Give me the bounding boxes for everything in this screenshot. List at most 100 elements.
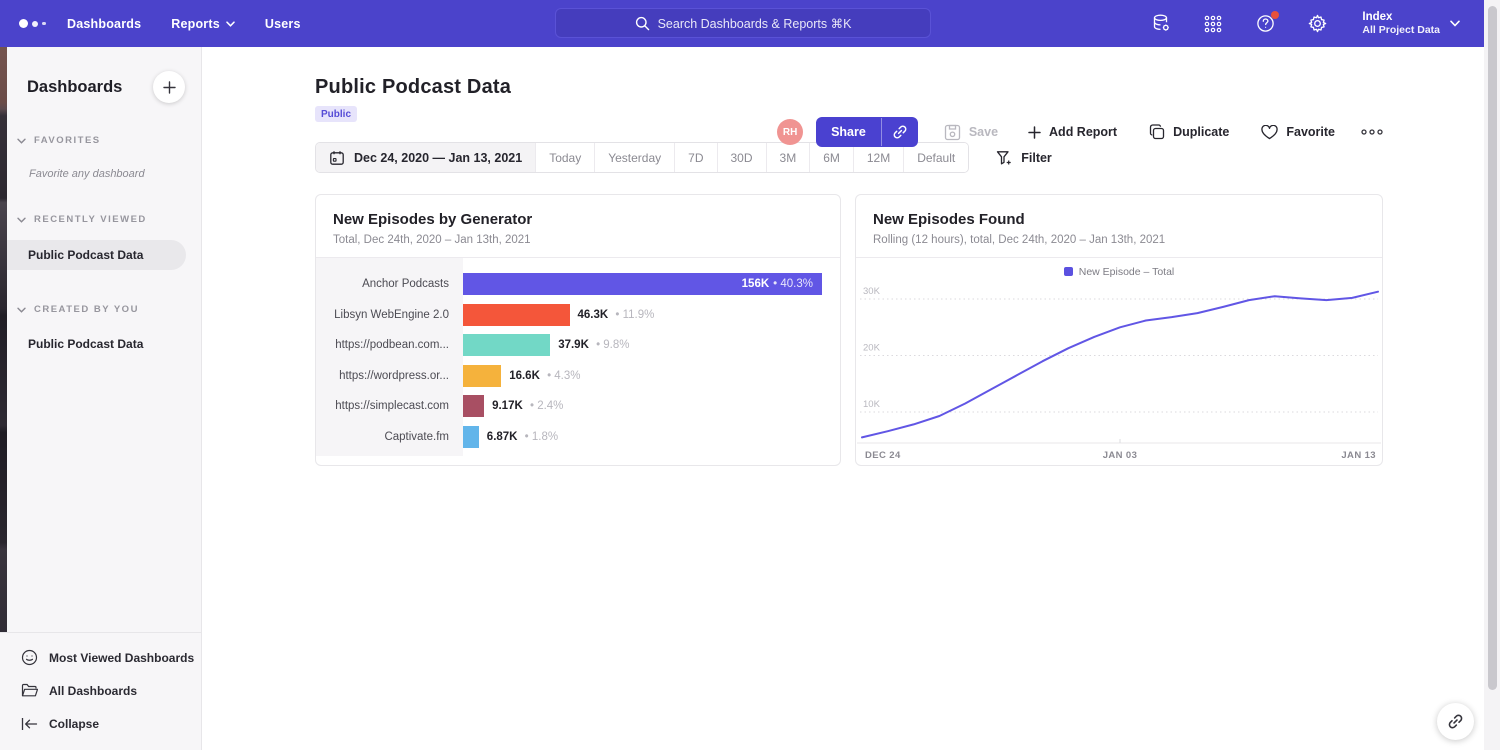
nav-users[interactable]: Users bbox=[265, 17, 301, 31]
bar-category-label: https://simplecast.com bbox=[316, 400, 463, 412]
preset-12m[interactable]: 12M bbox=[853, 143, 903, 172]
all-dashboards-button[interactable]: All Dashboards bbox=[0, 674, 201, 707]
project-scope: All Project Data bbox=[1362, 24, 1440, 37]
save-label: Save bbox=[969, 125, 998, 139]
sidebar-title: Dashboards bbox=[27, 78, 122, 97]
preset-6m[interactable]: 6M bbox=[809, 143, 853, 172]
bar-category-label: Libsyn WebEngine 2.0 bbox=[316, 309, 463, 321]
filter-button[interactable]: Filter bbox=[996, 150, 1052, 166]
save-button[interactable]: Save bbox=[944, 124, 998, 141]
collapse-label: Collapse bbox=[49, 717, 99, 731]
bar-3[interactable] bbox=[463, 334, 550, 356]
main-content: Public Podcast Data Public RH Share bbox=[203, 47, 1484, 750]
more-options-button[interactable] bbox=[1361, 129, 1383, 135]
heart-icon bbox=[1261, 125, 1278, 140]
nav-reports-label: Reports bbox=[171, 17, 220, 31]
search-input[interactable]: Search Dashboards & Reports ⌘K bbox=[555, 8, 931, 38]
apps-grid-icon[interactable] bbox=[1202, 13, 1224, 35]
scrollbar-thumb[interactable] bbox=[1488, 6, 1497, 690]
add-report-button[interactable]: Add Report bbox=[1028, 125, 1117, 139]
y-axis-tick: 10K bbox=[863, 399, 881, 410]
preset-today[interactable]: Today bbox=[535, 143, 594, 172]
card-title: New Episodes Found bbox=[873, 211, 1365, 228]
bar-value-label: 37.9K • 9.8% bbox=[558, 339, 629, 351]
legend-swatch bbox=[1064, 267, 1073, 276]
new-dashboard-button[interactable] bbox=[153, 71, 185, 103]
favorite-button[interactable]: Favorite bbox=[1261, 125, 1335, 140]
sidebar-item-public-podcast-data-selected[interactable]: Public Podcast Data bbox=[0, 240, 186, 270]
preset-30d[interactable]: 30D bbox=[717, 143, 766, 172]
nav-dashboards[interactable]: Dashboards bbox=[67, 17, 141, 31]
copy-link-button[interactable] bbox=[882, 117, 918, 147]
help-icon[interactable] bbox=[1254, 13, 1276, 35]
bar-value-label: 46.3K • 11.9% bbox=[578, 309, 655, 321]
bar-chart: Anchor Podcasts156K • 40.3%Libsyn WebEng… bbox=[316, 258, 840, 452]
bar-value-label: 156K • 40.3% bbox=[742, 273, 813, 295]
avatar[interactable]: RH bbox=[777, 119, 803, 145]
data-sources-icon[interactable] bbox=[1150, 13, 1172, 35]
x-axis-tick: DEC 24 bbox=[865, 450, 901, 461]
duplicate-button[interactable]: Duplicate bbox=[1149, 124, 1229, 140]
logo-dot bbox=[42, 22, 46, 26]
bar-4[interactable] bbox=[463, 365, 501, 387]
sidebar-item-label: Public Podcast Data bbox=[28, 248, 143, 262]
preset-7d[interactable]: 7D bbox=[674, 143, 716, 172]
search-placeholder: Search Dashboards & Reports ⌘K bbox=[658, 16, 852, 31]
duplicate-icon bbox=[1149, 124, 1165, 140]
section-recently-viewed-label: RECENTLY VIEWED bbox=[34, 214, 147, 225]
report-card-new-episodes-found[interactable]: New Episodes Found Rolling (12 hours), t… bbox=[855, 194, 1383, 466]
logo-dot bbox=[19, 19, 28, 28]
bar-value-label: 16.6K • 4.3% bbox=[509, 370, 580, 382]
favorites-empty-text: Favorite any dashboard bbox=[29, 168, 201, 180]
line-chart[interactable]: 30K20K10KDEC 24JAN 03JAN 13 bbox=[856, 279, 1382, 462]
bar-6[interactable] bbox=[463, 426, 479, 448]
chevron-down-icon bbox=[17, 217, 26, 223]
plus-icon bbox=[1028, 126, 1041, 139]
sidebar-item-public-podcast-data[interactable]: Public Podcast Data bbox=[28, 337, 201, 351]
filter-label: Filter bbox=[1021, 151, 1052, 165]
section-favorites[interactable]: FAVORITES bbox=[17, 135, 201, 146]
share-button-group: Share bbox=[816, 117, 918, 147]
all-dashboards-label: All Dashboards bbox=[49, 684, 137, 698]
bar-category-label: https://podbean.com... bbox=[316, 339, 463, 351]
data-line bbox=[862, 292, 1378, 438]
add-report-label: Add Report bbox=[1049, 125, 1117, 139]
card-title: New Episodes by Generator bbox=[333, 211, 823, 228]
chevron-down-icon bbox=[1450, 20, 1460, 27]
share-label: Share bbox=[831, 125, 866, 139]
preset-3m[interactable]: 3M bbox=[766, 143, 810, 172]
project-switcher[interactable]: Index All Project Data bbox=[1362, 10, 1460, 37]
bar-5[interactable] bbox=[463, 395, 484, 417]
bar-2[interactable] bbox=[463, 304, 570, 326]
sidebar: Dashboards FAVORITES Favorite any dashbo… bbox=[0, 47, 202, 750]
preset-yesterday[interactable]: Yesterday bbox=[594, 143, 674, 172]
search-icon bbox=[635, 16, 650, 31]
y-axis-tick: 20K bbox=[863, 343, 881, 354]
section-created-by-you[interactable]: CREATED BY YOU bbox=[17, 304, 201, 315]
bar-1[interactable]: 156K • 40.3% bbox=[463, 273, 822, 295]
preset-label: 6M bbox=[823, 151, 840, 165]
share-button[interactable]: Share bbox=[816, 117, 881, 147]
chevron-down-icon bbox=[226, 21, 235, 27]
page-scrollbar bbox=[1484, 0, 1500, 750]
card-subtitle: Rolling (12 hours), total, Dec 24th, 202… bbox=[873, 234, 1365, 246]
preset-default[interactable]: Default bbox=[903, 143, 968, 172]
report-card-new-episodes-by-generator[interactable]: New Episodes by Generator Total, Dec 24t… bbox=[315, 194, 841, 466]
settings-gear-icon[interactable] bbox=[1306, 13, 1328, 35]
duplicate-label: Duplicate bbox=[1173, 125, 1229, 139]
section-favorites-label: FAVORITES bbox=[34, 135, 101, 146]
page-title: Public Podcast Data bbox=[315, 76, 1383, 99]
section-recently-viewed[interactable]: RECENTLY VIEWED bbox=[17, 214, 201, 225]
bar-row: Captivate.fm6.87K • 1.8% bbox=[316, 422, 840, 453]
bar-row: https://wordpress.or...16.6K • 4.3% bbox=[316, 361, 840, 392]
date-range-picker[interactable]: Dec 24, 2020 — Jan 13, 2021 bbox=[316, 143, 535, 172]
nav-reports[interactable]: Reports bbox=[171, 17, 235, 31]
chart-legend: New Episode – Total bbox=[856, 258, 1382, 279]
x-axis-tick: JAN 13 bbox=[1341, 450, 1376, 461]
bar-row: https://simplecast.com9.17K • 2.4% bbox=[316, 391, 840, 422]
collapse-sidebar-button[interactable]: Collapse bbox=[0, 707, 201, 740]
card-subtitle: Total, Dec 24th, 2020 – Jan 13th, 2021 bbox=[333, 234, 823, 246]
most-viewed-dashboards-button[interactable]: Most Viewed Dashboards bbox=[0, 641, 201, 674]
app-logo[interactable] bbox=[19, 19, 59, 28]
share-link-floating-button[interactable] bbox=[1437, 703, 1474, 740]
